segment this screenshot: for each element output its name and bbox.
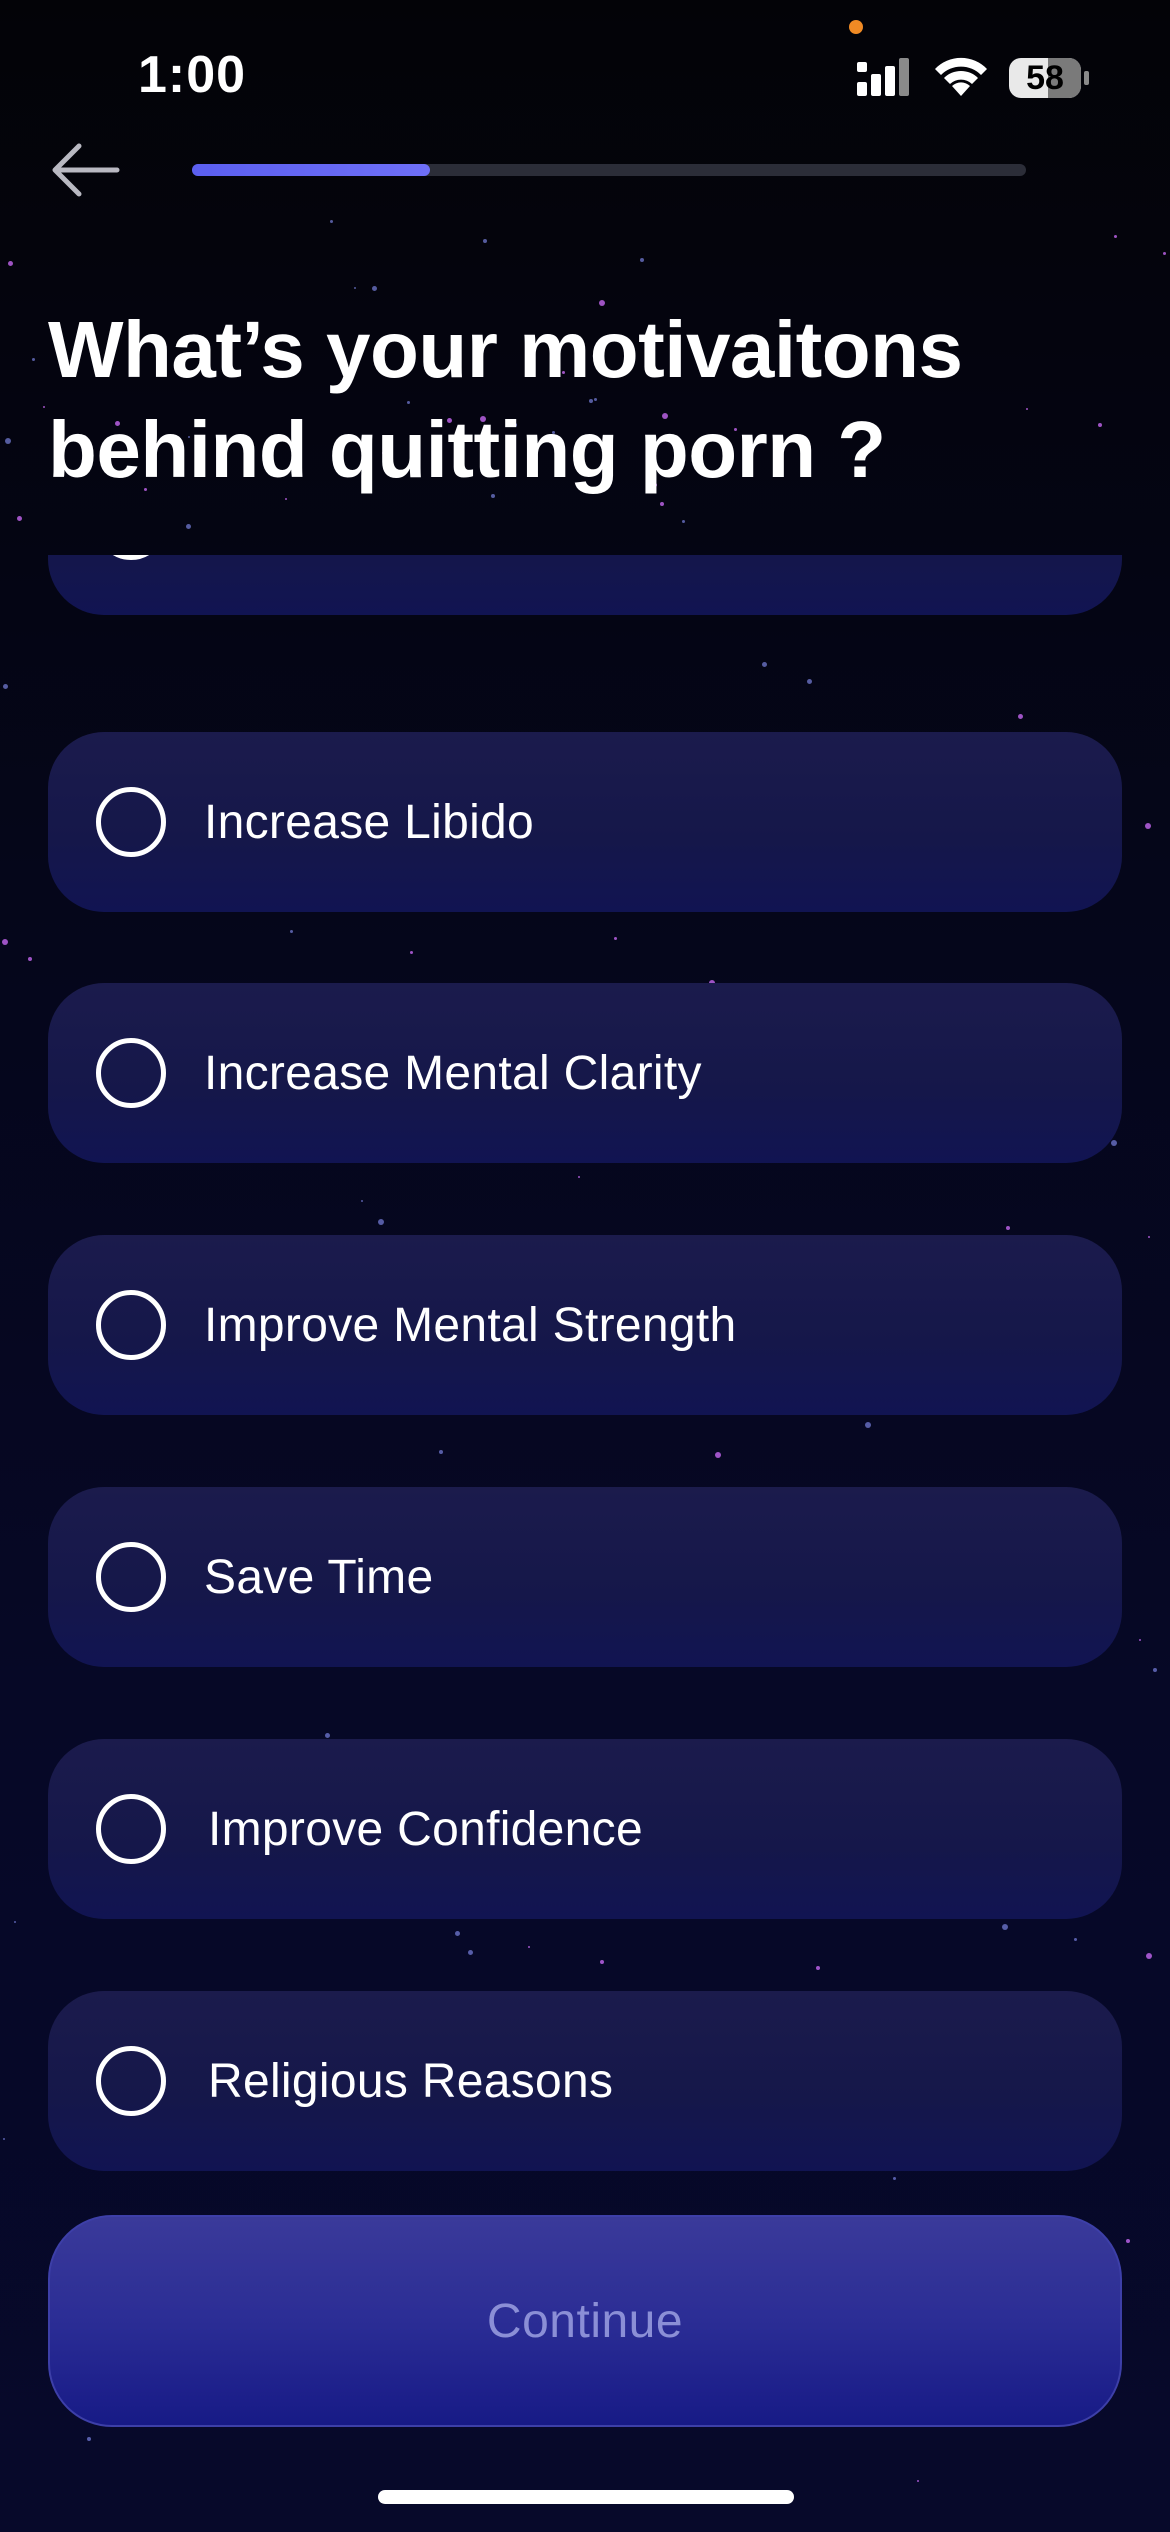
home-indicator xyxy=(378,2490,794,2504)
star-dot xyxy=(330,220,333,223)
star-dot xyxy=(43,406,45,408)
option-label: Increase Libido xyxy=(204,795,535,849)
star-dot xyxy=(1163,252,1166,255)
status-time: 1:00 xyxy=(138,46,247,104)
star-dot xyxy=(32,358,35,361)
radio-button[interactable] xyxy=(96,555,166,560)
back-button[interactable] xyxy=(40,135,130,205)
radio-button[interactable] xyxy=(96,1542,166,1612)
option-item[interactable]: Increase Libido xyxy=(48,732,1122,912)
option-label: Save Time xyxy=(204,1550,434,1604)
option-label: Religious Reasons xyxy=(208,2054,614,2108)
continue-label: Continue xyxy=(486,2294,684,2348)
star-dot xyxy=(660,502,664,506)
option-item[interactable]: Improve Confidence xyxy=(48,1739,1122,1919)
options-list[interactable]: Increase Energy Increase Libido Increase M… xyxy=(0,555,1170,2190)
radio-button[interactable] xyxy=(96,787,166,857)
arrow-left-icon xyxy=(52,143,120,197)
option-item[interactable]: Increase Energy xyxy=(48,555,1122,615)
option-item[interactable]: Increase Mental Clarity xyxy=(48,983,1122,1163)
option-item[interactable]: Religious Reasons xyxy=(48,1991,1122,2171)
signal-icon xyxy=(857,58,909,96)
option-item[interactable]: Save Time xyxy=(48,1487,1122,1667)
battery-icon: 58 xyxy=(1008,56,1090,100)
star-dot xyxy=(483,239,487,243)
option-label: Increase Mental Clarity xyxy=(204,1046,702,1100)
radio-button[interactable] xyxy=(96,2046,166,2116)
question-title: What’s your motivaitons behind quitting … xyxy=(48,305,963,494)
progress-fill xyxy=(192,164,430,176)
camera-indicator-icon xyxy=(849,20,863,34)
star-dot xyxy=(1114,235,1117,238)
wifi-icon xyxy=(935,57,987,96)
option-label: Improve Confidence xyxy=(208,1802,643,1856)
star-dot xyxy=(917,2480,919,2482)
option-label: Improve Mental Strength xyxy=(204,1298,737,1352)
battery-level: 58 xyxy=(1026,59,1064,97)
option-item[interactable]: Improve Mental Strength xyxy=(48,1235,1122,1415)
star-dot xyxy=(8,261,13,266)
star-dot xyxy=(17,516,22,521)
radio-button[interactable] xyxy=(96,1038,166,1108)
star-dot xyxy=(87,2437,91,2441)
radio-button[interactable] xyxy=(96,1794,166,1864)
radio-button[interactable] xyxy=(96,1290,166,1360)
star-dot xyxy=(1126,2239,1130,2243)
progress-bar xyxy=(192,164,1026,176)
star-dot xyxy=(354,287,356,289)
star-dot xyxy=(372,286,377,291)
star-dot xyxy=(186,524,191,529)
star-dot xyxy=(682,520,685,523)
continue-button[interactable]: Continue xyxy=(48,2215,1122,2427)
star-dot xyxy=(5,438,11,444)
status-bar: 1:00 58 xyxy=(0,0,1170,160)
star-dot xyxy=(640,258,644,262)
